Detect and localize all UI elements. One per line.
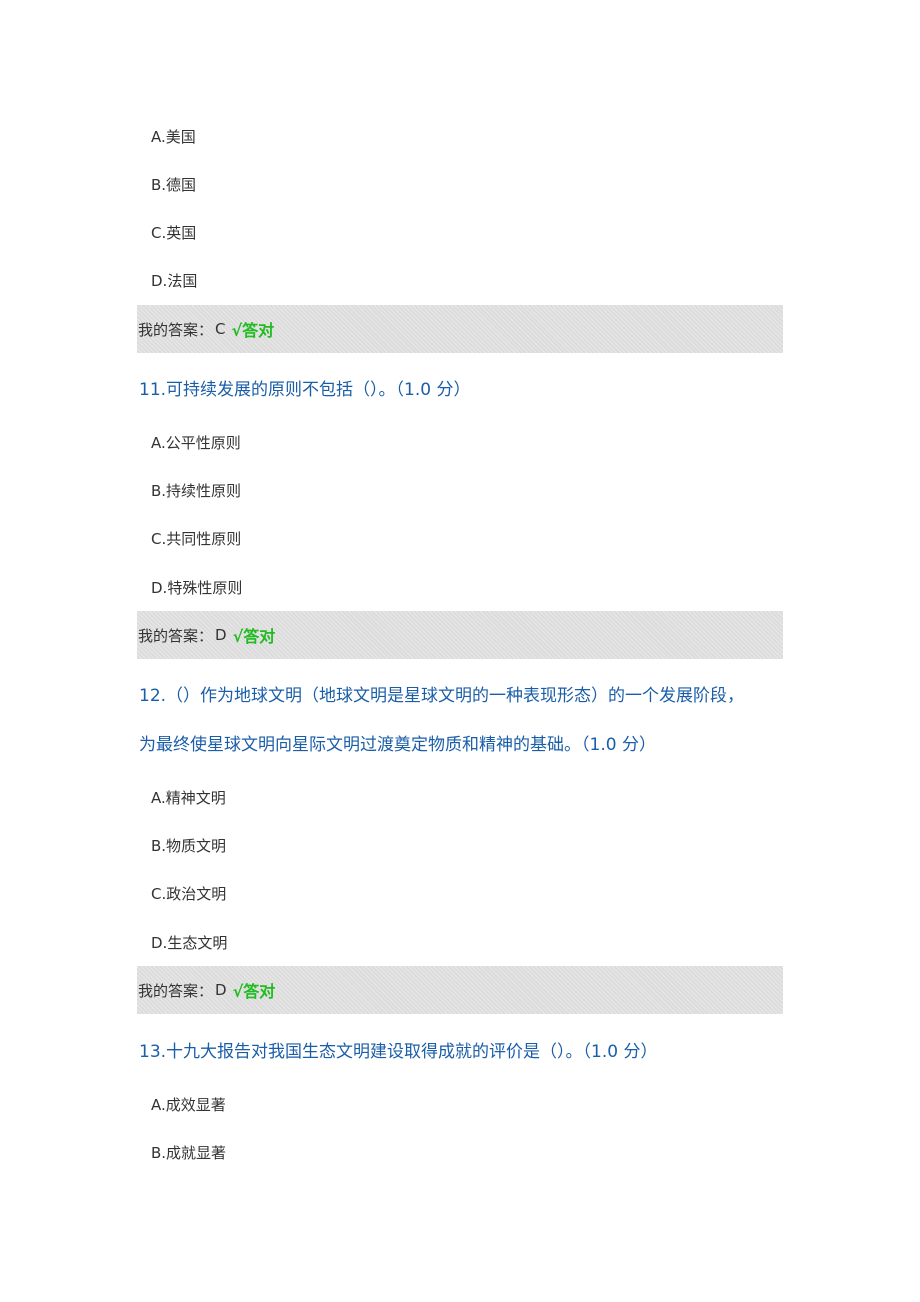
option-b[interactable]: B.德国 [151, 175, 196, 195]
answer-bar: 我的答案： C √答对 [137, 305, 783, 353]
option-d[interactable]: D.特殊性原则 [151, 578, 242, 598]
correct-badge: √答对 [231, 321, 275, 340]
answer-label: 我的答案： [138, 320, 214, 339]
option-d[interactable]: D.生态文明 [151, 933, 227, 953]
answer-label: 我的答案： [138, 981, 214, 1000]
question-title: 11.可持续发展的原则不包括（）。（1.0 分） [139, 380, 471, 400]
option-a[interactable]: A.精神文明 [151, 788, 226, 808]
answer-label: 我的答案： [138, 626, 214, 645]
question-title-line1: 12.（）作为地球文明（地球文明是星球文明的一种表现形态）的一个发展阶段， [139, 686, 745, 706]
correct-badge: √答对 [232, 982, 276, 1001]
option-c[interactable]: C.英国 [151, 223, 196, 243]
answer-bar: 我的答案： D √答对 [137, 611, 783, 659]
option-a[interactable]: A.成效显著 [151, 1095, 226, 1115]
option-a[interactable]: A.公平性原则 [151, 433, 241, 453]
answer-value: D [215, 981, 227, 999]
option-b[interactable]: B.物质文明 [151, 836, 226, 856]
option-c[interactable]: C.共同性原则 [151, 529, 241, 549]
answer-value: D [215, 626, 227, 644]
option-b[interactable]: B.成就显著 [151, 1143, 226, 1163]
option-a[interactable]: A.美国 [151, 127, 196, 147]
correct-badge: √答对 [232, 627, 276, 646]
option-d[interactable]: D.法国 [151, 271, 197, 291]
option-c[interactable]: C.政治文明 [151, 884, 226, 904]
option-b[interactable]: B.持续性原则 [151, 481, 241, 501]
question-title: 13.十九大报告对我国生态文明建设取得成就的评价是（）。（1.0 分） [139, 1042, 658, 1062]
question-title-line2: 为最终使星球文明向星际文明过渡奠定物质和精神的基础。（1.0 分） [139, 735, 656, 755]
answer-bar: 我的答案： D √答对 [137, 966, 783, 1014]
answer-value: C [215, 320, 226, 338]
